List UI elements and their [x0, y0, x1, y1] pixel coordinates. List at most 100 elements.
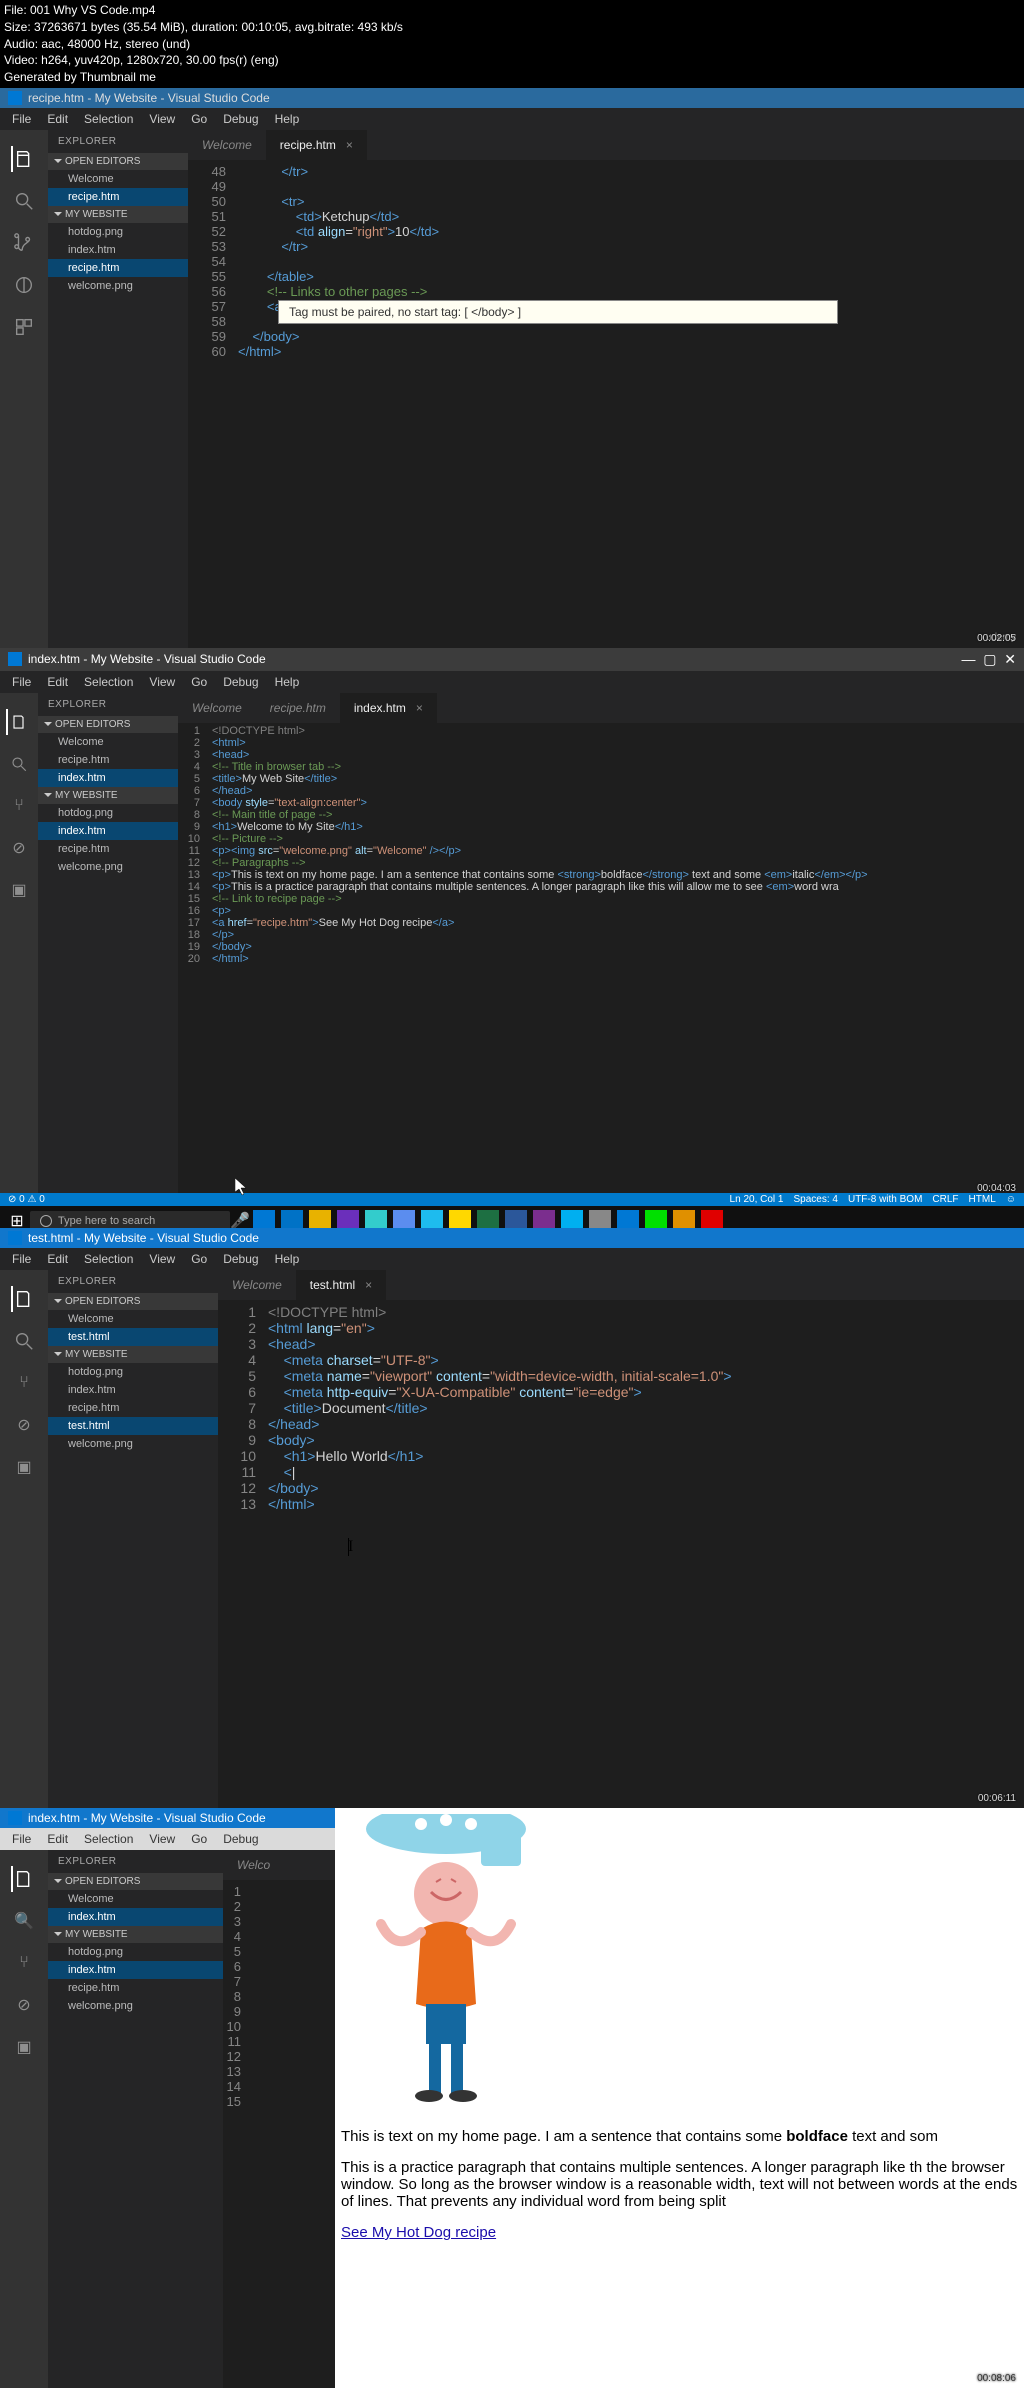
sidebar-item[interactable]: recipe.htm — [48, 1979, 223, 1997]
status-item[interactable]: UTF-8 with BOM — [848, 1194, 922, 1205]
menu-selection[interactable]: Selection — [76, 1250, 141, 1268]
sidebar-item[interactable]: recipe.htm — [48, 188, 188, 206]
app-icon-2[interactable] — [589, 1210, 611, 1228]
git-icon[interactable]: ⑂ — [11, 1370, 37, 1396]
outlook-icon[interactable] — [281, 1210, 303, 1228]
menubar[interactable]: File Edit Selection View Go Debug — [0, 1828, 335, 1850]
sidebar-item[interactable]: Welcome — [38, 733, 178, 751]
sidebar-item[interactable]: index.htm — [38, 822, 178, 840]
sidebar-item[interactable]: hotdog.png — [48, 223, 188, 241]
chrome-icon[interactable] — [449, 1210, 471, 1228]
sidebar-item[interactable]: index.htm — [48, 1908, 223, 1926]
menu-help[interactable]: Help — [267, 1250, 308, 1268]
menu-help[interactable]: Help — [267, 110, 308, 128]
sidebar-item[interactable]: recipe.htm — [48, 1399, 218, 1417]
menu-debug[interactable]: Debug — [215, 1830, 266, 1848]
open-editors-section[interactable]: OPEN EDITORS — [48, 1293, 218, 1310]
menu-edit[interactable]: Edit — [39, 673, 76, 691]
menu-debug[interactable]: Debug — [215, 110, 266, 128]
explorer-icon[interactable] — [11, 146, 37, 172]
explorer-icon[interactable] — [11, 1286, 37, 1312]
window-titlebar[interactable]: index.htm - My Website - Visual Studio C… — [0, 648, 1024, 671]
sidebar-item[interactable]: hotdog.png — [48, 1363, 218, 1381]
sidebar-item[interactable]: welcome.png — [48, 277, 188, 295]
status-item[interactable]: Ln 20, Col 1 — [730, 1194, 784, 1205]
menu-file[interactable]: File — [4, 1250, 39, 1268]
open-editors-section[interactable]: OPEN EDITORS — [48, 153, 188, 170]
skype-icon[interactable] — [561, 1210, 583, 1228]
workspace-section[interactable]: MY WEBSITE — [48, 1926, 223, 1943]
mic-icon[interactable]: 🎤 — [230, 1211, 250, 1228]
menu-view[interactable]: View — [141, 673, 183, 691]
status-item[interactable]: HTML — [969, 1194, 996, 1205]
status-item[interactable]: CRLF — [932, 1194, 958, 1205]
app-icon-3[interactable] — [645, 1210, 667, 1228]
extensions-icon[interactable] — [11, 314, 37, 340]
menu-view[interactable]: View — [141, 1250, 183, 1268]
menu-view[interactable]: View — [141, 1830, 183, 1848]
close-icon[interactable]: × — [416, 701, 423, 715]
code-editor[interactable]: 1<!DOCTYPE html>2<html lang="en">3<head>… — [218, 1300, 1024, 1516]
workspace-section[interactable]: MY WEBSITE — [38, 787, 178, 804]
sidebar-item[interactable]: welcome.png — [38, 858, 178, 876]
sidebar-item[interactable]: recipe.htm — [48, 259, 188, 277]
menubar[interactable]: File Edit Selection View Go Debug Help — [0, 1248, 1024, 1270]
menu-debug[interactable]: Debug — [215, 673, 266, 691]
sidebar-item[interactable]: hotdog.png — [38, 804, 178, 822]
sidebar-item[interactable]: welcome.png — [48, 1997, 223, 2015]
close-icon[interactable]: × — [365, 1278, 372, 1292]
code-editor[interactable]: 123456789101112131415 — [223, 1880, 335, 2113]
git-icon[interactable]: ⑂ — [6, 793, 32, 819]
menu-file[interactable]: File — [4, 110, 39, 128]
workspace-section[interactable]: MY WEBSITE — [48, 206, 188, 223]
editor-tab[interactable]: recipe.htm — [256, 693, 340, 723]
menu-go[interactable]: Go — [183, 673, 215, 691]
sidebar-item[interactable]: index.htm — [48, 241, 188, 259]
status-problems[interactable]: ⊘ 0 ⚠ 0 — [8, 1194, 45, 1205]
sidebar-item[interactable]: Welcome — [48, 170, 188, 188]
vscode-taskbar-icon[interactable] — [617, 1210, 639, 1228]
sidebar-item[interactable]: index.htm — [38, 769, 178, 787]
menu-go[interactable]: Go — [183, 1830, 215, 1848]
menu-go[interactable]: Go — [183, 1250, 215, 1268]
debug-icon[interactable]: ⊘ — [11, 1992, 37, 2018]
menu-go[interactable]: Go — [183, 110, 215, 128]
menu-file[interactable]: File — [4, 1830, 39, 1848]
windows-taskbar[interactable]: ⊞ Type here to search 🎤 — [0, 1206, 1024, 1228]
search-icon[interactable] — [6, 751, 32, 777]
sidebar-item[interactable]: test.html — [48, 1328, 218, 1346]
debug-icon[interactable]: ⊘ — [11, 1412, 37, 1438]
explorer-icon[interactable] — [6, 709, 32, 735]
sidebar-item[interactable]: hotdog.png — [48, 1943, 223, 1961]
file-explorer-icon[interactable] — [309, 1210, 331, 1228]
sidebar-item[interactable]: index.htm — [48, 1381, 218, 1399]
window-titlebar[interactable]: test.html - My Website - Visual Studio C… — [0, 1228, 1024, 1248]
sidebar-item[interactable]: Welcome — [48, 1310, 218, 1328]
debug-icon[interactable]: ⊘ — [6, 835, 32, 861]
git-icon[interactable]: ⑂ — [11, 1950, 37, 1976]
ie-icon[interactable] — [421, 1210, 443, 1228]
extensions-icon[interactable]: ▣ — [11, 1454, 37, 1480]
menu-selection[interactable]: Selection — [76, 110, 141, 128]
git-icon[interactable] — [11, 230, 37, 256]
sidebar-item[interactable]: index.htm — [48, 1961, 223, 1979]
menu-file[interactable]: File — [4, 673, 39, 691]
browser-recipe-link[interactable]: See My Hot Dog recipe — [341, 2224, 496, 2241]
link-icon[interactable] — [365, 1210, 387, 1228]
menu-edit[interactable]: Edit — [39, 1250, 76, 1268]
sidebar-item[interactable]: Welcome — [48, 1890, 223, 1908]
sidebar-item[interactable]: test.html — [48, 1417, 218, 1435]
menu-help[interactable]: Help — [267, 673, 308, 691]
menu-selection[interactable]: Selection — [76, 1830, 141, 1848]
menu-selection[interactable]: Selection — [76, 673, 141, 691]
editor-tab[interactable]: Welcome — [178, 693, 256, 723]
menubar[interactable]: File Edit Selection View Go Debug Help — [0, 671, 1024, 693]
app-icon-5[interactable] — [701, 1210, 723, 1228]
task-view-icon[interactable] — [253, 1210, 275, 1228]
explorer-icon[interactable] — [11, 1866, 37, 1892]
sidebar-item[interactable]: recipe.htm — [38, 751, 178, 769]
extensions-icon[interactable]: ▣ — [6, 877, 32, 903]
word-icon[interactable] — [505, 1210, 527, 1228]
sidebar-item[interactable]: welcome.png — [48, 1435, 218, 1453]
visual-studio-icon[interactable] — [337, 1210, 359, 1228]
